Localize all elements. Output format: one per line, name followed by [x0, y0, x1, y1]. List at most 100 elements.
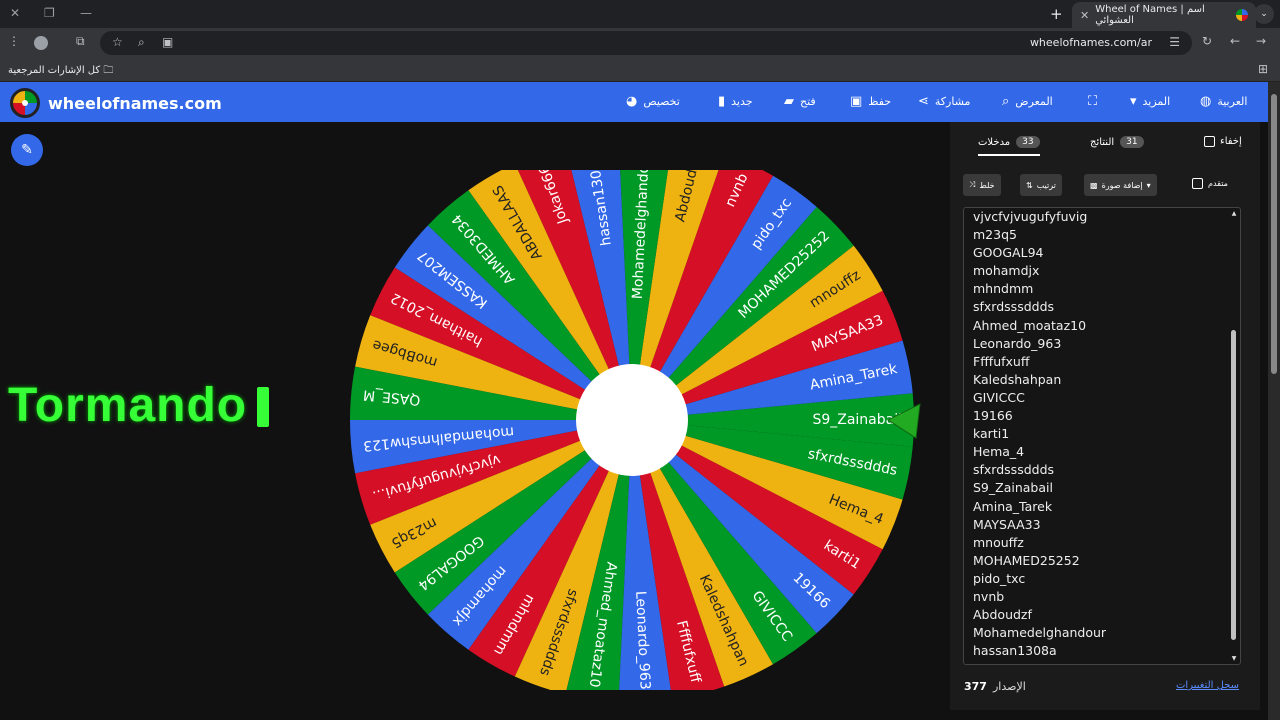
entries-textarea[interactable]: vjvcfvjvugufyfuvig m23q5 GOOGAL94 mohamdjx m… [963, 207, 1241, 665]
entry-line[interactable]: hassan1308a [964, 642, 1240, 660]
extensions-icon[interactable]: ⧉ [76, 34, 85, 49]
browser-tab-strip: ✕ ❐ — + ✕ Wheel of Names | اسم العشوائي … [0, 0, 1280, 28]
folder-open-icon: ▰ [784, 94, 794, 109]
zoom-icon[interactable]: ⌕ [138, 35, 145, 50]
tab-close-icon[interactable]: ✕ [1080, 9, 1089, 22]
scrollbar-thumb[interactable] [1231, 330, 1236, 640]
entries-count-badge: 33 [1016, 136, 1040, 148]
url-text: wheelofnames.com/ar [1029, 36, 1152, 49]
add-image-button[interactable]: ▩ إضافة صورة ▾ [1084, 174, 1157, 196]
entry-line[interactable]: GIVICCC [964, 389, 1240, 407]
pencil-icon: ✎ [21, 142, 33, 158]
sort-label: ترتيب [1036, 180, 1056, 190]
gallery-button[interactable]: ⌕ المعرض [1002, 94, 1053, 109]
entry-line[interactable]: 19166 [964, 407, 1240, 425]
scroll-down-icon[interactable]: ▼ [1230, 655, 1238, 662]
text-cursor [257, 387, 270, 427]
version-info: 377 الإصدار [964, 680, 1026, 693]
wheel-logo-icon [10, 88, 40, 118]
new-label: جديد [731, 95, 753, 108]
fullscreen-button[interactable]: ⛶ [1088, 94, 1097, 109]
entry-line[interactable]: Amina_Tarek [964, 498, 1240, 516]
entry-line[interactable]: pido_txc [964, 570, 1240, 588]
share-label: مشاركة [934, 95, 971, 108]
profile-avatar[interactable] [34, 36, 48, 50]
fullscreen-icon: ⛶ [1088, 94, 1098, 109]
entry-line[interactable]: MOHAMED25252 [964, 552, 1240, 570]
page: wheelofnames.com ◕ تخصيص ▮ جديد ▰ فتح ▣ حفظ … [0, 82, 1268, 720]
changelog-link[interactable]: سجل التغييرات [1176, 680, 1239, 691]
entry-line[interactable]: m23q5 [964, 226, 1240, 244]
sort-button[interactable]: ⇅ ترتيب [1020, 174, 1062, 196]
entry-line[interactable]: mohamdjx [964, 262, 1240, 280]
entry-line[interactable]: sfxrdsssddds [964, 298, 1240, 316]
window-restore-icon[interactable]: ❐ [44, 6, 55, 20]
page-scrollbar[interactable] [1268, 82, 1280, 720]
palette-icon: ◕ [626, 94, 638, 109]
entry-line[interactable]: mhndmm [964, 280, 1240, 298]
entry-line[interactable]: sfxrdsssddds [964, 461, 1240, 479]
shuffle-button[interactable]: ⤨ خلط [963, 174, 1001, 196]
share-button[interactable]: ⋖ مشاركة [918, 94, 970, 109]
winner-text: Tormando [8, 378, 270, 433]
tab-results[interactable]: النتائج 31 [1090, 136, 1144, 148]
entry-line[interactable]: mnouffz [964, 534, 1240, 552]
advanced-checkbox[interactable] [1192, 178, 1203, 189]
menu-dots-icon[interactable]: ⋮ [8, 34, 20, 48]
save-button[interactable]: ▣ حفظ [850, 94, 891, 109]
entry-line[interactable]: MAYSAA33 [964, 516, 1240, 534]
customize-button[interactable]: ◕ تخصيص [626, 94, 680, 109]
browser-tab[interactable]: ✕ Wheel of Names | اسم العشوائي [1072, 2, 1256, 28]
entry-line[interactable]: karti1 [964, 425, 1240, 443]
entry-line[interactable]: Mohamedelghandour [964, 624, 1240, 642]
new-tab-icon[interactable]: + [1050, 5, 1063, 23]
version-label: الإصدار [992, 680, 1026, 693]
window-close-icon[interactable]: ✕ [10, 6, 20, 20]
results-tab-label: النتائج [1090, 136, 1115, 148]
entry-line[interactable]: GOOGAL94 [964, 244, 1240, 262]
gallery-label: المعرض [1015, 95, 1053, 108]
back-icon[interactable]: → [1256, 34, 1266, 48]
open-button[interactable]: ▰ فتح [784, 94, 816, 109]
entries-scrollbar[interactable]: ▲ ▼ [1230, 210, 1238, 662]
cast-icon[interactable]: ▣ [162, 35, 173, 49]
entry-line[interactable]: Hema_4 [964, 443, 1240, 461]
entry-line[interactable]: S9_Zainabail [964, 479, 1240, 497]
edit-pencil-button[interactable]: ✎ [11, 134, 43, 166]
wheel-center-hub[interactable] [576, 364, 688, 476]
entry-line[interactable]: nvnb [964, 588, 1240, 606]
share-icon: ⋖ [918, 94, 929, 109]
all-bookmarks-button[interactable]: كل الإشارات المرجعية 🗀 [8, 63, 113, 80]
page-scrollbar-thumb[interactable] [1271, 94, 1277, 374]
bookmarks-bar: كل الإشارات المرجعية 🗀 ⊞ [0, 58, 1280, 82]
scroll-up-icon[interactable]: ▲ [1230, 210, 1238, 217]
language-menu[interactable]: ◍ العربية [1200, 94, 1247, 109]
tab-search-icon[interactable]: ⌄ [1254, 4, 1274, 24]
entry-line[interactable]: vjvcfvjvugufyfuvig [964, 208, 1240, 226]
site-settings-icon[interactable]: ☰ [1169, 35, 1180, 49]
entry-line[interactable]: Kaledshahpan [964, 371, 1240, 389]
entry-line[interactable]: Leonardo_963 [964, 335, 1240, 353]
entry-line[interactable]: Ahmed_moataz10 [964, 317, 1240, 335]
hide-toggle[interactable]: إخفاء [1204, 136, 1242, 147]
omnibox[interactable]: ☆ ⌕ ▣ wheelofnames.com/ar ☰ [100, 31, 1192, 55]
caret-down-icon: ▾ [1146, 180, 1151, 190]
advanced-toggle[interactable]: متقدم [1192, 178, 1228, 189]
entry-line[interactable]: Abdoudzf [964, 606, 1240, 624]
entry-line[interactable]: Ffffufxuff [964, 353, 1240, 371]
window-minimize-icon[interactable]: — [80, 6, 92, 20]
results-count-badge: 31 [1120, 136, 1144, 148]
brand[interactable]: wheelofnames.com [10, 88, 222, 118]
tab-entries[interactable]: مدخلات 33 [978, 136, 1040, 156]
bookmark-star-icon[interactable]: ☆ [112, 35, 123, 49]
new-button[interactable]: ▮ جديد [718, 94, 753, 109]
reload-icon[interactable]: ↻ [1202, 34, 1212, 48]
name-wheel[interactable]: S9_ZainabailAmina_TarekMAYSAA33mnouffzMO… [350, 170, 950, 690]
more-menu[interactable]: ▾ المزيد [1130, 94, 1170, 109]
hide-checkbox[interactable] [1204, 136, 1215, 147]
globe-icon: ◍ [1200, 94, 1212, 109]
caret-down-icon: ▾ [1130, 94, 1137, 109]
apps-grid-icon[interactable]: ⊞ [1258, 62, 1268, 76]
forward-icon[interactable]: ← [1230, 34, 1240, 48]
language-label: العربية [1217, 95, 1248, 108]
